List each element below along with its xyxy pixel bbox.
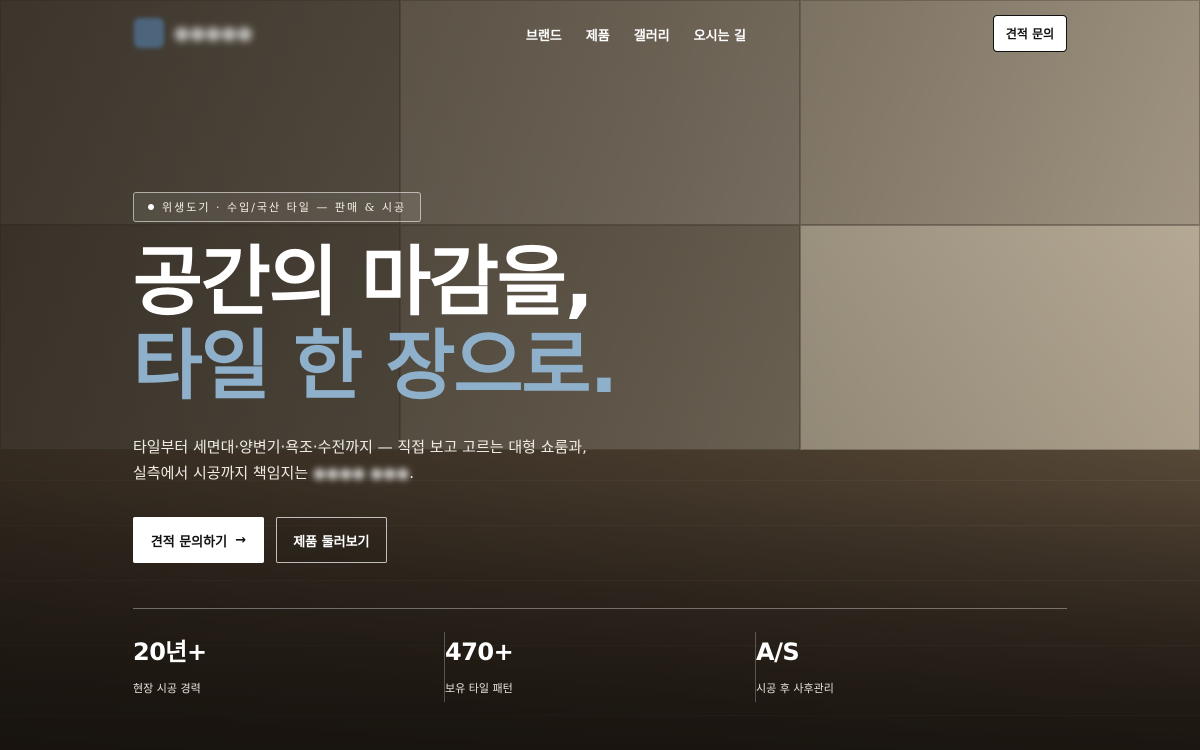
headline-line-1: 공간의 마감을, [133,237,594,326]
hero-badge: 위생도기 · 수입/국산 타일 — 판매 & 시공 [133,192,422,222]
request-quote-label: 견적 문의하기 [150,534,228,550]
bullet-dot-icon [148,204,154,210]
description-line-1: 타일부터 세면대·양변기·욕조·수전까지 — 직접 보고 고르는 대형 쇼룸과, [133,438,587,456]
brand-logo[interactable]: ●●●●● [134,18,253,48]
redacted-company-name: ●●●● ●●● [312,464,410,482]
stat-label: 보유 타일 패턴 [445,682,513,695]
headline-line-2: 타일 한 장으로. [133,321,618,410]
site-header: ●●●●● 브랜드 제품 갤러리 오시는 길 견적 문의 [0,0,1200,66]
nav-item-brand[interactable]: 브랜드 [526,25,562,44]
nav-item-products[interactable]: 제품 [586,25,610,44]
stat-label: 시공 후 사후관리 [756,682,834,695]
hero-description: 타일부터 세면대·양변기·욕조·수전까지 — 직접 보고 고르는 대형 쇼룸과,… [133,434,653,486]
quote-inquiry-button[interactable]: 견적 문의 [993,15,1067,52]
arrow-right-icon: → [235,532,247,548]
hero-badge-text: 위생도기 · 수입/국산 타일 — 판매 & 시공 [162,201,407,214]
request-quote-button[interactable]: 견적 문의하기 → [133,517,264,563]
stat-label: 현장 시공 경력 [133,682,201,695]
stat-patterns: 470+ 보유 타일 패턴 [444,632,754,702]
brand-name: ●●●●● [174,22,253,44]
main-nav: 브랜드 제품 갤러리 오시는 길 [526,25,746,44]
stat-aftercare: A/S 시공 후 사후관리 [755,632,1065,702]
stat-value: 470+ [445,638,514,666]
browse-products-button[interactable]: 제품 둘러보기 [276,517,387,563]
stat-experience: 20년+ 현장 시공 경력 [133,632,443,702]
logo-icon [134,18,164,48]
stat-value: A/S [756,638,800,666]
stat-value: 20년+ [133,638,207,666]
stats-divider [133,608,1067,609]
description-line-2: 실측에서 시공까지 책임지는 ●●●● ●●●. [133,464,415,482]
hero-headline: 공간의 마감을, 타일 한 장으로. [133,237,618,410]
nav-item-directions[interactable]: 오시는 길 [694,25,746,44]
nav-item-gallery[interactable]: 갤러리 [634,25,670,44]
